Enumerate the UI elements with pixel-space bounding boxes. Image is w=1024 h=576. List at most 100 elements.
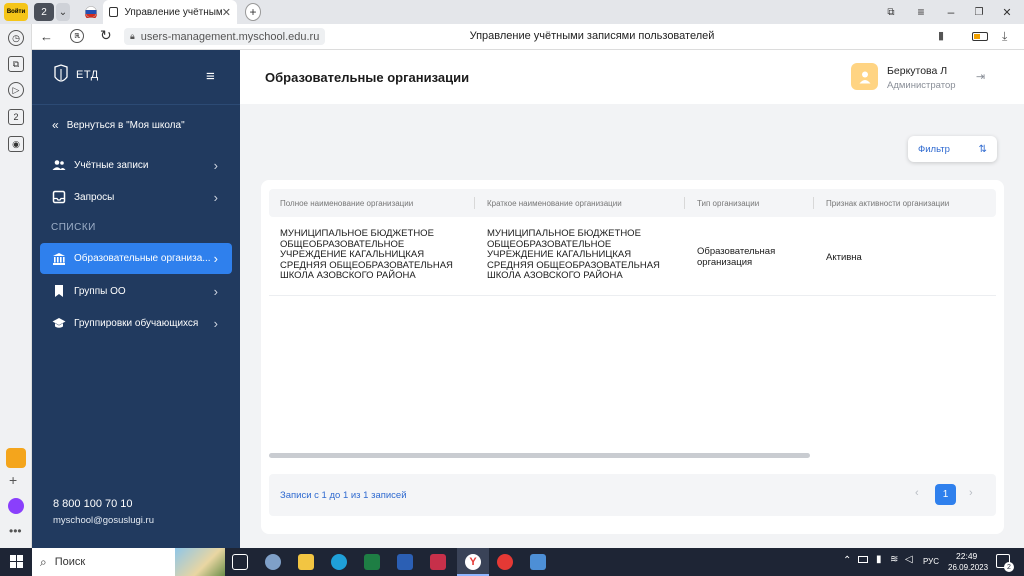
- tray-date[interactable]: 26.09.2023: [948, 563, 988, 572]
- sidebar-item-label: Образовательные организа...: [74, 253, 211, 264]
- column-header[interactable]: Тип организации: [697, 199, 759, 208]
- user-role: Администратор: [887, 80, 956, 91]
- yandex-icon[interactable]: [497, 554, 513, 570]
- logout-icon[interactable]: ⇥: [976, 70, 985, 83]
- horizontal-scrollbar[interactable]: [269, 453, 810, 458]
- history-icon[interactable]: ◷: [8, 30, 24, 46]
- support-email[interactable]: myschool@gosuslugi.ru: [53, 515, 154, 526]
- next-page-icon[interactable]: ›: [969, 487, 973, 499]
- sidebar-item-label: Учётные записи: [74, 159, 149, 171]
- video-icon[interactable]: ▷: [8, 82, 24, 98]
- mail-app-icon[interactable]: [6, 448, 26, 468]
- restore-icon[interactable]: ❐: [972, 3, 986, 21]
- alice-assistant-icon[interactable]: [8, 498, 24, 514]
- chevron-down-icon[interactable]: ⌄: [56, 3, 70, 21]
- yandex-browser-taskbar-item[interactable]: Y: [457, 548, 489, 576]
- close-window-icon[interactable]: ✕: [1000, 3, 1014, 21]
- inbox-icon: [52, 190, 66, 204]
- table-card: Полное наименование организации Краткое …: [261, 180, 1004, 534]
- battery-icon[interactable]: [972, 32, 988, 41]
- excel-icon[interactable]: [364, 554, 380, 570]
- add-app-icon[interactable]: +: [9, 472, 17, 488]
- pdf-app-icon[interactable]: [430, 554, 446, 570]
- column-divider: [684, 197, 685, 209]
- logo[interactable]: ЕТД: [52, 64, 99, 86]
- column-header[interactable]: Признак активности организации: [826, 199, 949, 208]
- tray-mic-icon[interactable]: ▮: [876, 554, 882, 565]
- close-tab-icon[interactable]: ✕: [222, 6, 231, 19]
- cell-status: Активна: [826, 252, 862, 263]
- records-summary: Записи с 1 до 1 из 1 записей: [280, 490, 407, 501]
- bookmark-icon: [55, 285, 63, 297]
- graduation-cap-icon: [52, 318, 66, 328]
- protect-icon[interactable]: ℝ: [70, 29, 84, 43]
- tray-language[interactable]: РУС: [923, 557, 939, 566]
- logo-icon: [54, 64, 68, 82]
- bookmarks-panel-icon[interactable]: ⧉: [884, 3, 898, 21]
- prev-page-icon[interactable]: ‹: [915, 487, 919, 499]
- logo-text: ЕТД: [76, 69, 99, 81]
- app-icon-2[interactable]: [530, 554, 546, 570]
- tab-count-icon[interactable]: 2: [8, 109, 24, 125]
- active-tab[interactable]: Управление учётными ✕: [103, 0, 237, 24]
- search-icon: ⌕: [40, 554, 47, 569]
- tray-volume-icon[interactable]: ◁: [905, 554, 913, 565]
- tray-wifi-icon[interactable]: ≋: [890, 554, 898, 565]
- screenshot-icon[interactable]: ◉: [8, 136, 24, 152]
- task-view-icon[interactable]: [232, 554, 248, 570]
- file-explorer-icon[interactable]: [298, 554, 314, 570]
- app-icon[interactable]: [265, 554, 281, 570]
- back-label: Вернуться в "Моя школа": [66, 119, 185, 131]
- sidebar-item-accounts[interactable]: Учётные записи ›: [40, 150, 232, 180]
- edge-icon[interactable]: [331, 554, 347, 570]
- chevron-right-icon: ›: [213, 157, 218, 173]
- sidebar-item-label: Запросы: [74, 191, 115, 203]
- page-title: Образовательные организации: [265, 70, 470, 85]
- download-icon[interactable]: ⤓: [1002, 29, 1007, 44]
- tray-arrow-icon[interactable]: ⌃: [843, 555, 851, 566]
- sidebar-item-student-groups[interactable]: Группировки обучающихся ›: [40, 308, 232, 338]
- column-divider: [813, 197, 814, 209]
- new-tab-icon[interactable]: +: [245, 3, 261, 21]
- minimize-icon[interactable]: –: [944, 3, 958, 21]
- flag-icon[interactable]: [84, 3, 98, 21]
- table-row[interactable]: МУНИЦИПАЛЬНОЕ БЮДЖЕТНОЕ ОБЩЕОБРАЗОВАТЕЛЬ…: [269, 224, 996, 296]
- sidebar: ЕТД ≡ « Вернуться в "Моя школа" Учётные …: [32, 50, 240, 548]
- filter-button[interactable]: Фильтр ⇅: [908, 136, 997, 162]
- sidebar-item-org-groups[interactable]: Группы ОО ›: [40, 276, 232, 306]
- windows-start-icon[interactable]: [10, 555, 23, 573]
- tray-battery-icon[interactable]: [858, 556, 868, 563]
- column-header[interactable]: Полное наименование организации: [280, 199, 413, 208]
- divider: [32, 104, 240, 105]
- chevron-right-icon: ›: [213, 283, 218, 299]
- user-name: Беркутова Л: [887, 65, 948, 77]
- address-bar-row: ← ℝ ↻ 🔒︎ users-management.myschool.edu.r…: [32, 24, 1024, 50]
- back-to-my-school-link[interactable]: « Вернуться в "Моя школа": [40, 110, 232, 140]
- more-icon[interactable]: •••: [9, 524, 22, 538]
- collections-icon[interactable]: ⧉: [8, 56, 24, 72]
- lock-icon: 🔒︎: [130, 31, 135, 41]
- taskbar-search-box[interactable]: ⌕ Поиск: [32, 548, 225, 576]
- column-header[interactable]: Краткое наименование организации: [487, 199, 622, 208]
- menu-icon[interactable]: ≡: [914, 3, 928, 21]
- sidebar-item-requests[interactable]: Запросы ›: [40, 182, 232, 212]
- hamburger-menu-icon[interactable]: ≡: [206, 68, 215, 85]
- table-header-row: Полное наименование организации Краткое …: [269, 189, 996, 217]
- tab-counter[interactable]: 2: [34, 3, 54, 21]
- browser-tab-bar: Войти 2 ⌄ Управление учётными ✕ + ⧉ ≡ – …: [0, 0, 1024, 24]
- sidebar-item-organizations[interactable]: Образовательные организа... ›: [40, 243, 232, 274]
- back-arrow-icon[interactable]: ←: [40, 29, 53, 44]
- support-phone[interactable]: 8 800 100 70 10: [53, 498, 133, 510]
- tray-time[interactable]: 22:49: [956, 551, 977, 561]
- users-icon: [52, 160, 66, 170]
- page-button-current[interactable]: 1: [935, 484, 956, 505]
- browser-side-panel: ◷ ⧉ ▷ 2 ◉ + •••: [0, 24, 32, 548]
- filter-label: Фильтр: [918, 143, 950, 155]
- reload-icon[interactable]: ↻: [100, 27, 112, 44]
- bookmark-icon[interactable]: ▮: [938, 29, 944, 42]
- word-icon[interactable]: [397, 554, 413, 570]
- avatar[interactable]: [851, 63, 878, 90]
- url-field[interactable]: 🔒︎ users-management.myschool.edu.ru: [124, 28, 326, 45]
- sidebar-item-label: Группы ОО: [74, 285, 126, 297]
- yandex-login-icon[interactable]: Войти: [4, 3, 28, 21]
